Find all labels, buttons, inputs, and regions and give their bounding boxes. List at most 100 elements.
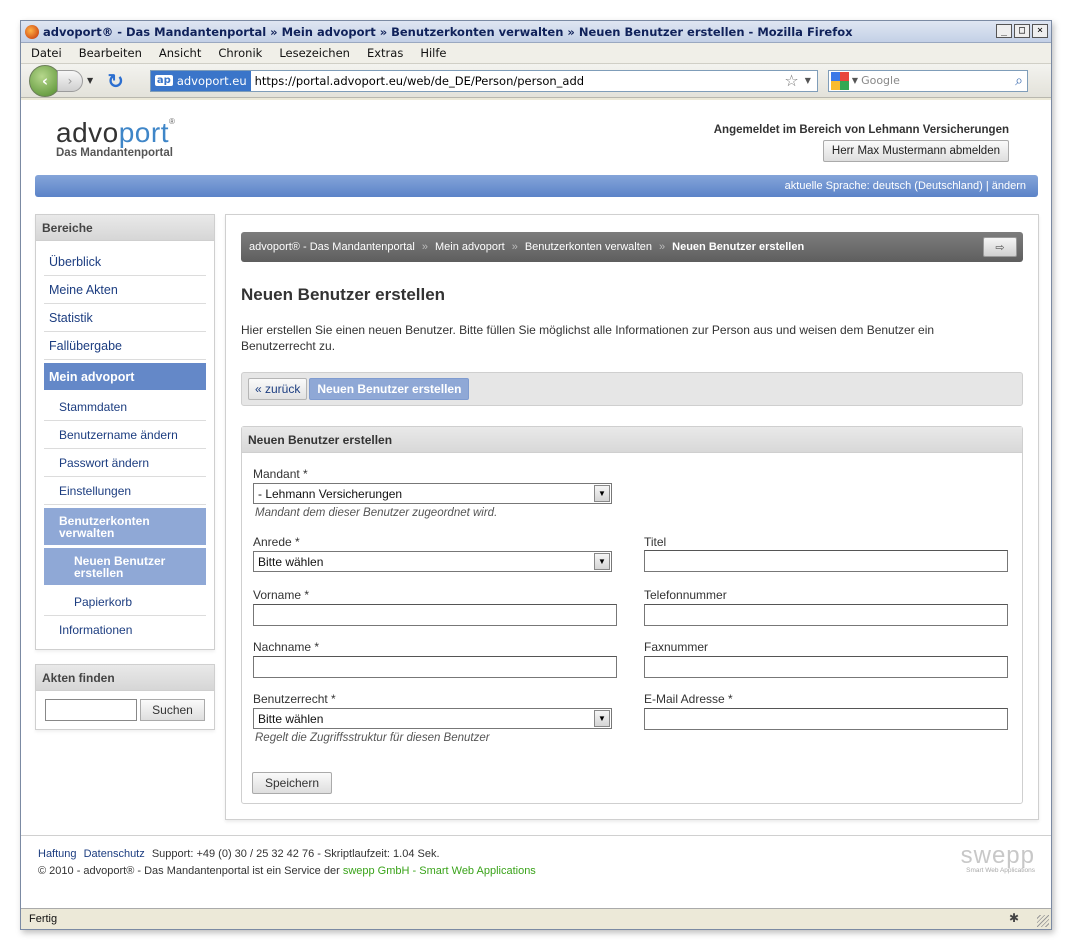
save-button[interactable]: Speichern	[252, 772, 332, 794]
menu-extras[interactable]: Extras	[367, 46, 403, 60]
search-bar[interactable]: ▼ Google ⌕	[827, 69, 1028, 92]
logo-part-port: port	[118, 117, 169, 148]
page-title: Neuen Benutzer erstellen	[241, 285, 446, 304]
sidebar-item-new-user[interactable]: Neuen Benutzer erstellen	[44, 548, 206, 585]
salutation-select-value: Bitte wählen	[258, 555, 324, 569]
find-files-input[interactable]	[45, 699, 137, 721]
email-label: E-Mail Adresse *	[644, 692, 733, 706]
breadcrumb-my-advoport[interactable]: Mein advoport	[435, 241, 505, 253]
resize-grip-icon[interactable]	[1037, 915, 1049, 927]
chevron-down-icon[interactable]: ▼	[594, 553, 610, 570]
rights-select[interactable]: Bitte wählen ▼	[253, 708, 612, 729]
logo-subtitle: Das Mandantenportal	[56, 147, 173, 159]
menu-lesezeichen[interactable]: Lesezeichen	[279, 46, 350, 60]
logout-button[interactable]: Herr Max Mustermann abmelden	[822, 140, 1009, 162]
search-engine-dropdown-icon[interactable]: ▼	[852, 76, 858, 85]
salutation-label: Anrede *	[253, 535, 300, 549]
site-identity-label: advoport.eu	[176, 73, 247, 88]
title-field[interactable]	[644, 550, 1008, 572]
fax-field[interactable]	[644, 656, 1008, 678]
footer-link-liability[interactable]: Haftung	[38, 848, 77, 860]
menu-hilfe[interactable]: Hilfe	[420, 46, 446, 60]
chevron-down-icon[interactable]: ▼	[594, 485, 610, 502]
reload-icon[interactable]: ↻	[107, 69, 124, 93]
search-icon[interactable]: ⌕	[1015, 73, 1023, 89]
client-select-value: - Lehmann Versicherungen	[258, 487, 403, 501]
export-icon[interactable]: ⇨	[983, 237, 1017, 257]
sidebar-item-my-files[interactable]: Meine Akten	[44, 276, 206, 304]
logo-wordmark: advoport®	[56, 117, 175, 149]
main-content: advoport® - Das Mandantenportal » Mein a…	[225, 214, 1039, 820]
sidebar-item-overview[interactable]: Überblick	[44, 248, 206, 276]
logo-part-advo: advo	[56, 117, 119, 148]
page-viewport: advoport® Das Mandantenportal Angemeldet…	[21, 100, 1051, 908]
tab-new-user[interactable]: Neuen Benutzer erstellen	[309, 378, 470, 400]
google-engine-icon[interactable]	[830, 71, 849, 90]
chevron-down-icon[interactable]: ▼	[594, 710, 610, 727]
swepp-logo[interactable]: swepp Smart Web Applications	[961, 842, 1035, 874]
menu-chronik[interactable]: Chronik	[218, 46, 262, 60]
sidebar-item-case-transfer[interactable]: Fallübergabe	[44, 332, 206, 360]
language-bar: aktuelle Sprache: deutsch (Deutschland) …	[35, 175, 1038, 197]
bookmark-star-icon[interactable]: ☆	[784, 71, 798, 90]
status-text: Fertig	[29, 913, 58, 925]
sidebar-item-settings[interactable]: Einstellungen	[44, 477, 206, 505]
menu-datei[interactable]: Datei	[31, 46, 62, 60]
sidebar-item-information[interactable]: Informationen	[44, 616, 206, 643]
url-text[interactable]: https://portal.advoport.eu/web/de_DE/Per…	[255, 74, 785, 88]
sidebar-item-manage-accounts[interactable]: Benutzerkonten verwalten	[44, 508, 206, 545]
menu-bearbeiten[interactable]: Bearbeiten	[79, 46, 142, 60]
advoport-logo[interactable]: advoport® Das Mandantenportal	[56, 117, 175, 159]
sidebar-item-my-advoport[interactable]: Mein advoport	[44, 363, 206, 390]
sidebar-item-change-username[interactable]: Benutzername ändern	[44, 421, 206, 449]
phone-label: Telefonnummer	[644, 588, 727, 602]
footer-company-link[interactable]: swepp GmbH - Smart Web Applications	[343, 865, 536, 877]
site-identity-button[interactable]: ap advoport.eu	[150, 70, 251, 91]
client-select[interactable]: - Lehmann Versicherungen ▼	[253, 483, 612, 504]
close-icon[interactable]: ×	[1032, 24, 1048, 38]
url-dropdown-icon[interactable]: ▼	[805, 76, 811, 85]
page-footer: Haftung Datenschutz Support: +49 (0) 30 …	[21, 835, 1051, 877]
new-user-form: Neuen Benutzer erstellen Mandant * - Leh…	[241, 426, 1023, 804]
breadcrumb-manage-accounts[interactable]: Benutzerkonten verwalten	[525, 241, 652, 253]
sidebar-item-change-password[interactable]: Passwort ändern	[44, 449, 206, 477]
language-link[interactable]: aktuelle Sprache: deutsch (Deutschland) …	[785, 180, 1026, 192]
phone-field[interactable]	[644, 604, 1008, 626]
areas-title: Bereiche	[36, 215, 214, 241]
browser-window: advoport® - Das Mandantenportal » Mein a…	[20, 20, 1052, 930]
forward-arrow-icon[interactable]: ›	[57, 69, 83, 92]
title-label: Titel	[644, 535, 667, 549]
rights-select-value: Bitte wählen	[258, 712, 324, 726]
lastname-field[interactable]	[253, 656, 617, 678]
find-files-row: Suchen	[36, 691, 214, 729]
footer-support-text: Support: +49 (0) 30 / 25 32 42 76 - Skri…	[151, 848, 440, 860]
firefox-icon	[25, 24, 39, 39]
sidebar: Bereiche Überblick Meine Akten Statistik…	[35, 214, 215, 744]
rights-hint: Regelt die Zugriffsstruktur für diesen B…	[255, 732, 490, 744]
breadcrumb-home[interactable]: advoport® - Das Mandantenportal	[249, 241, 415, 253]
sidebar-item-statistics[interactable]: Statistik	[44, 304, 206, 332]
find-files-button[interactable]: Suchen	[140, 699, 205, 721]
areas-nav: Überblick Meine Akten Statistik Fallüber…	[36, 241, 214, 649]
sidebar-item-trash[interactable]: Papierkorb	[44, 588, 206, 616]
history-dropdown-icon[interactable]: ▼	[87, 76, 93, 85]
firstname-field[interactable]	[253, 604, 617, 626]
menu-bar: Datei Bearbeiten Ansicht Chronik Lesezei…	[21, 43, 1051, 64]
back-button[interactable]: « zurück	[248, 378, 308, 400]
bug-icon[interactable]: ✱	[1009, 911, 1027, 927]
minimize-icon[interactable]: _	[996, 24, 1012, 38]
footer-link-privacy[interactable]: Datenschutz	[84, 848, 145, 860]
window-controls: _ □ ×	[996, 24, 1048, 38]
maximize-icon[interactable]: □	[1014, 24, 1030, 38]
breadcrumb-separator: »	[421, 241, 428, 253]
url-bar[interactable]: ap advoport.eu https://portal.advoport.eu…	[149, 69, 818, 92]
email-field[interactable]	[644, 708, 1008, 730]
search-input[interactable]: Google	[861, 74, 1015, 87]
salutation-select[interactable]: Bitte wählen ▼	[253, 551, 612, 572]
fax-label: Faxnummer	[644, 640, 709, 654]
breadcrumb: advoport® - Das Mandantenportal » Mein a…	[241, 232, 1023, 262]
menu-ansicht[interactable]: Ansicht	[159, 46, 201, 60]
footer-copyright-line: © 2010 - advoport® - Das Mandantenportal…	[38, 865, 536, 877]
sidebar-item-master-data[interactable]: Stammdaten	[44, 393, 206, 421]
form-header: Neuen Benutzer erstellen	[242, 427, 1022, 453]
